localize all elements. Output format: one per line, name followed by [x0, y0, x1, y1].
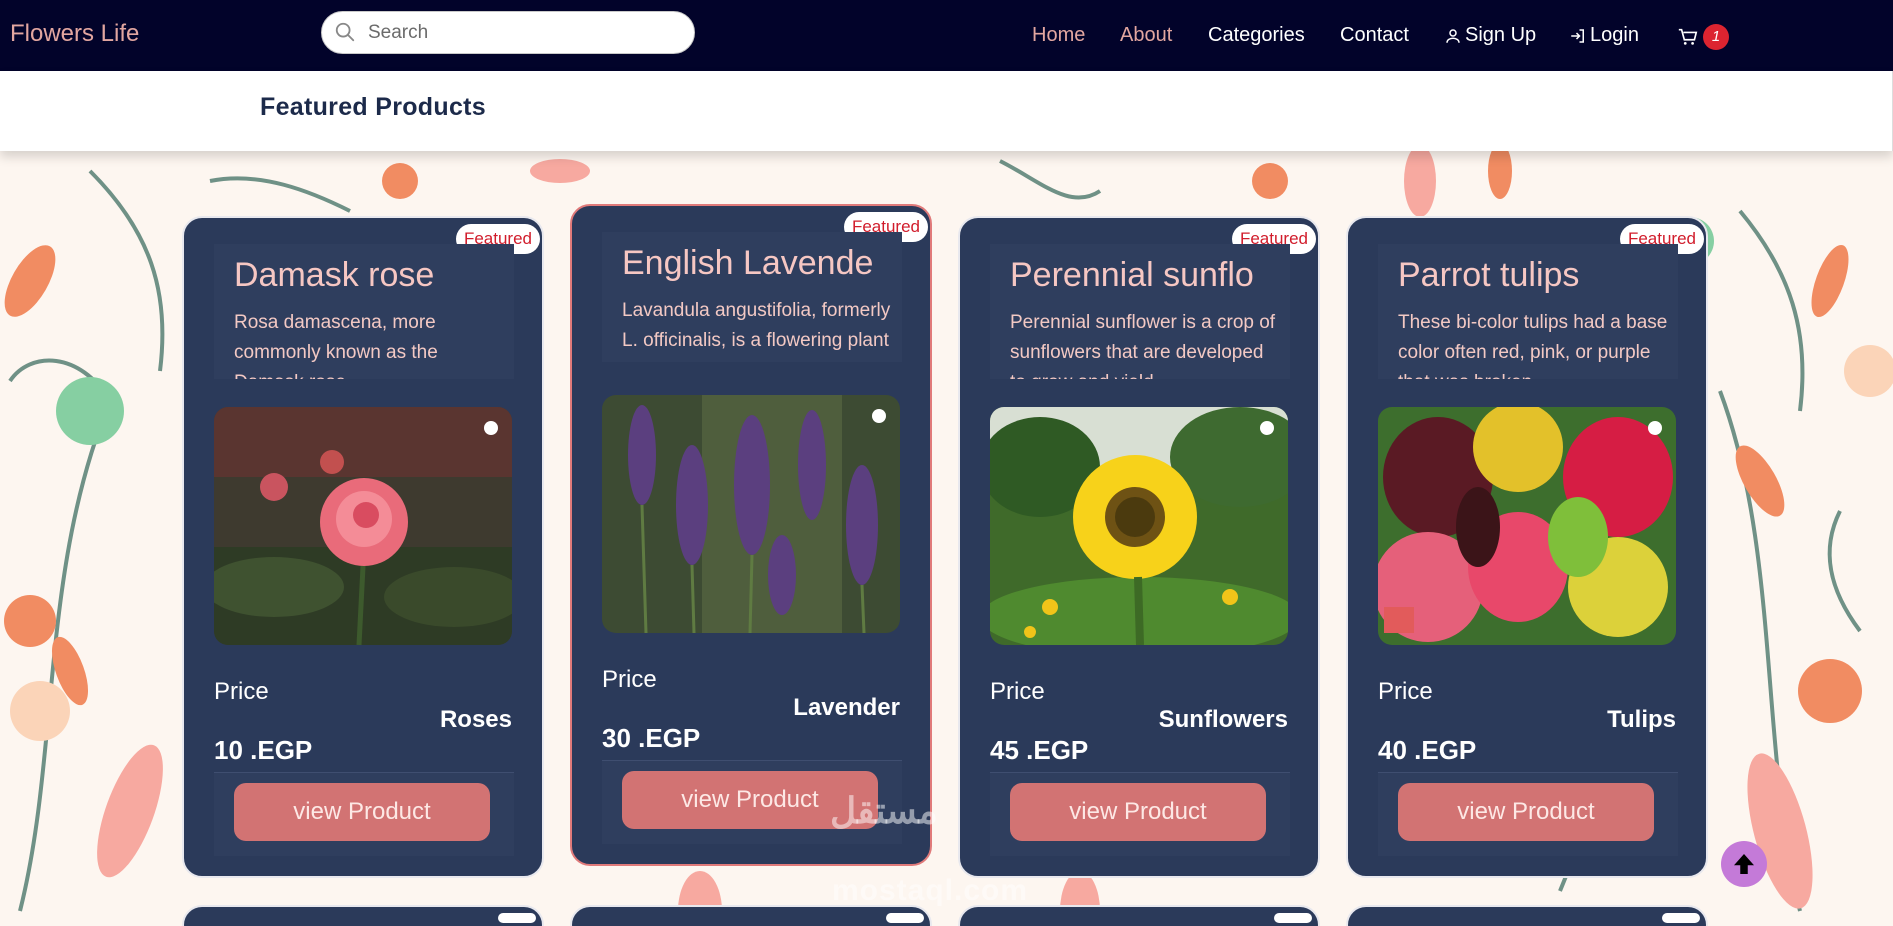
- cart-icon: [1678, 28, 1698, 45]
- product-title: Parrot tulips: [1398, 256, 1580, 294]
- nav-menu: Home About Categories Contact Sign Up Lo…: [0, 24, 1893, 50]
- nav-signup[interactable]: Sign Up: [1444, 24, 1536, 47]
- nav-categories[interactable]: Categories: [1208, 24, 1305, 47]
- view-product-button[interactable]: view Product: [1010, 783, 1266, 841]
- tulip-photo[interactable]: [1378, 407, 1676, 645]
- product-description: Perennial sunflower is a crop of sunflow…: [1010, 312, 1276, 379]
- rose-photo[interactable]: [214, 407, 512, 645]
- card-header: English Lavende Lavandula angustifolia, …: [602, 232, 902, 362]
- image-dot-indicator: [1648, 421, 1662, 435]
- card-footer: view Product: [1378, 772, 1678, 856]
- product-card-peek[interactable]: [570, 905, 932, 926]
- product-category: Tulips: [1607, 706, 1676, 733]
- price-label: Price: [214, 678, 269, 705]
- watermark-arabic: مستقل: [830, 790, 938, 831]
- product-card[interactable]: Featured English Lavende Lavandula angus…: [570, 204, 932, 866]
- product-description: Lavandula angustifolia, formerly L. offi…: [622, 300, 891, 362]
- product-description: Rosa damascena, more commonly known as t…: [234, 312, 438, 379]
- cart-count-badge: 1: [1703, 24, 1729, 50]
- cart-button[interactable]: 1: [1677, 24, 1737, 50]
- product-title: Perennial sunflo: [1010, 256, 1254, 294]
- featured-badge-peek: [886, 913, 924, 923]
- price-label: Price: [990, 678, 1045, 705]
- product-category: Roses: [439, 706, 512, 733]
- featured-badge-peek: [498, 913, 536, 923]
- image-dot-indicator: [484, 421, 498, 435]
- nav-login-label: Login: [1590, 24, 1639, 46]
- product-title: English Lavende: [622, 244, 874, 282]
- product-card-peek[interactable]: [1346, 905, 1708, 926]
- product-price: 45 .EGP: [990, 735, 1089, 765]
- nav-signup-label: Sign Up: [1465, 24, 1537, 46]
- nav-login[interactable]: Login: [1569, 24, 1639, 47]
- nav-about[interactable]: About: [1120, 24, 1172, 47]
- card-header: Damask rose Rosa damascena, more commonl…: [214, 244, 514, 379]
- price-label: Price: [1378, 678, 1433, 705]
- arrow-up-icon: [1734, 854, 1754, 874]
- featured-header: Featured Products: [0, 71, 1893, 151]
- product-card[interactable]: Featured Parrot tulips These bi-color tu…: [1346, 216, 1708, 878]
- section-title: Featured Products: [260, 93, 486, 121]
- product-price: 30 .EGP: [602, 723, 701, 753]
- nav-home[interactable]: Home: [1032, 24, 1085, 47]
- product-card-peek[interactable]: [182, 905, 544, 926]
- product-category: Sunflowers: [1158, 706, 1288, 733]
- rose-image-icon: [214, 407, 512, 645]
- lavender-image-icon: [602, 395, 900, 633]
- user-icon: [1446, 28, 1460, 43]
- view-product-button[interactable]: view Product: [234, 783, 490, 841]
- card-header: Perennial sunflo Perennial sunflower is …: [990, 244, 1290, 379]
- featured-badge-peek: [1274, 913, 1312, 923]
- product-price: 10 .EGP: [214, 735, 313, 765]
- lavender-photo[interactable]: [602, 395, 900, 633]
- featured-badge-peek: [1662, 913, 1700, 923]
- sunflower-photo[interactable]: [990, 407, 1288, 645]
- login-icon: [1571, 28, 1584, 43]
- sunflower-image-icon: [990, 407, 1288, 645]
- product-card[interactable]: Featured Perennial sunflo Perennial sunf…: [958, 216, 1320, 878]
- image-dot-indicator: [872, 409, 886, 423]
- image-dot-indicator: [1260, 421, 1274, 435]
- card-header: Parrot tulips These bi-color tulips had …: [1378, 244, 1678, 379]
- product-title: Damask rose: [234, 256, 435, 294]
- tulip-image-icon: [1378, 407, 1676, 645]
- product-description: These bi-color tulips had a base color o…: [1398, 312, 1668, 379]
- scroll-to-top-button[interactable]: [1721, 841, 1767, 887]
- navbar: Flowers Life Home About Categories Conta…: [0, 0, 1893, 71]
- product-card[interactable]: Featured Damask rose Rosa damascena, mor…: [182, 216, 544, 878]
- product-card-peek[interactable]: [958, 905, 1320, 926]
- view-product-button[interactable]: view Product: [1398, 783, 1654, 841]
- nav-contact[interactable]: Contact: [1340, 24, 1409, 47]
- price-label: Price: [602, 666, 657, 693]
- watermark-latin: mostaql.com: [832, 874, 1029, 907]
- card-footer: view Product: [214, 772, 514, 856]
- product-price: 40 .EGP: [1378, 735, 1477, 765]
- product-category: Lavender: [793, 694, 900, 721]
- card-footer: view Product: [990, 772, 1290, 856]
